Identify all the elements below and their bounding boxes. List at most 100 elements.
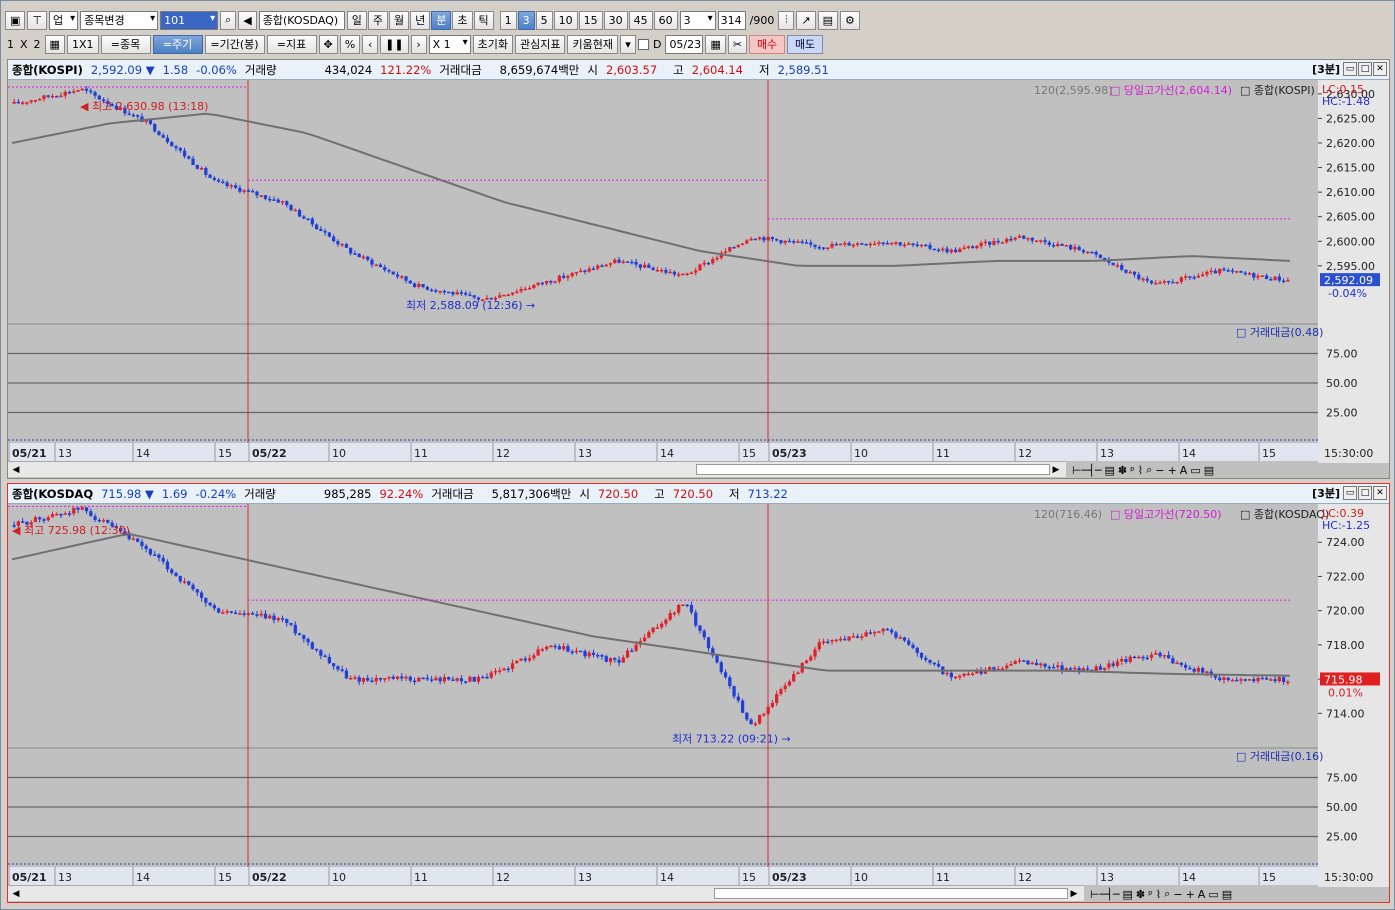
date-input[interactable]: 05/23 (665, 34, 704, 54)
copy-icon[interactable]: ▤ (1104, 464, 1114, 477)
interval-tab-0[interactable]: 1 (499, 10, 517, 30)
speaker-icon[interactable]: ◀ (238, 10, 257, 30)
plus-icon[interactable]: + (1168, 464, 1177, 477)
sell-button[interactable]: 매도 (787, 34, 824, 54)
gear-icon[interactable]: ✽ (1118, 464, 1127, 477)
interval-tab-6[interactable]: 45 (628, 10, 653, 30)
move-icon[interactable]: ✥ (318, 34, 338, 54)
kiwoom-current-button[interactable]: 키움현재 (567, 34, 618, 54)
layout-icon[interactable]: ▣ (5, 10, 26, 30)
interval-tab-3[interactable]: 10 (553, 10, 578, 30)
zoom-icon[interactable]: ⌕ (1146, 463, 1152, 477)
candle (1034, 240, 1039, 243)
percent-icon[interactable]: % (339, 34, 361, 54)
range-sync-button[interactable]: =기간(봉) (204, 34, 265, 54)
save-icon[interactable]: ▤ (817, 10, 838, 30)
scroll-right-icon[interactable]: ▶ (1068, 887, 1080, 900)
period-tab-2[interactable]: 월 (389, 10, 410, 30)
trend-icon[interactable]: ↗ (796, 10, 816, 30)
interval-tab-1[interactable]: 3 (517, 10, 535, 30)
market-select[interactable]: 업 (49, 10, 79, 30)
period-sync-button[interactable]: =주기 (152, 34, 203, 54)
next-icon[interactable]: › (410, 34, 427, 54)
text-icon[interactable]: A (1180, 464, 1188, 477)
candle (272, 199, 276, 201)
scroll-thumb[interactable] (714, 888, 1068, 899)
slider-icon[interactable]: ⊢─┤─ (1090, 888, 1119, 901)
period-tab-4[interactable]: 분 (431, 10, 452, 30)
slider-icon[interactable]: ⊢─┤─ (1072, 464, 1101, 477)
reset-button[interactable]: 초기화 (472, 34, 513, 54)
maximize-icon[interactable]: □ (1358, 486, 1372, 500)
prev-icon[interactable]: ‹ (362, 34, 379, 54)
interval-select[interactable]: 3 (679, 10, 716, 30)
pause-icon[interactable]: ❚❚ (380, 34, 409, 54)
indicator-icon[interactable]: ⫶ (778, 10, 795, 30)
horizontal-scrollbar[interactable]: ◀ ▶ (8, 885, 1084, 901)
period-tab-6[interactable]: 틱 (473, 10, 494, 30)
candle (170, 569, 174, 574)
line-tool-icon[interactable]: ᵖ (1148, 888, 1153, 901)
layout-1x1-button[interactable]: 1X1 (66, 34, 99, 54)
kospi-chart[interactable]: 75.0050.0025.00□ 거래대금(0.48)2,630.002,625… (8, 80, 1389, 478)
candle (451, 292, 455, 295)
scroll-thumb[interactable] (696, 464, 1050, 475)
draw-icon[interactable]: ⌇ (1156, 888, 1161, 901)
horizontal-scrollbar[interactable]: ◀ ▶ (8, 461, 1066, 477)
minus-icon[interactable]: − (1155, 464, 1164, 477)
count-field[interactable]: 314 (717, 10, 746, 30)
scroll-right-icon[interactable]: ▶ (1050, 463, 1062, 476)
watch-indicator-button[interactable]: 관심지표 (514, 34, 566, 54)
close-icon[interactable]: ✕ (1373, 62, 1387, 76)
code-input[interactable]: 101 (160, 10, 219, 30)
zoom-icon[interactable]: ⌕ (1164, 887, 1170, 901)
screen-icon[interactable]: ▭ (1190, 464, 1200, 477)
layout-2[interactable]: 2 (32, 38, 43, 51)
draw-icon[interactable]: ⌇ (1138, 464, 1143, 477)
interval-tab-5[interactable]: 30 (603, 10, 628, 30)
minimize-icon[interactable]: ▭ (1343, 62, 1357, 76)
screen-icon[interactable]: ▭ (1208, 888, 1218, 901)
calendar-icon[interactable]: ▦ (705, 34, 726, 54)
interval-tab-2[interactable]: 5 (535, 10, 553, 30)
buy-button[interactable]: 매수 (749, 34, 786, 54)
gear-icon[interactable]: ⚙ (839, 10, 860, 30)
date-checkbox[interactable] (637, 38, 649, 50)
pct-tag: 0.01% (1328, 686, 1363, 699)
minus-icon[interactable]: − (1173, 888, 1182, 901)
layout-1[interactable]: 1 (5, 38, 16, 51)
grid-icon[interactable]: ▦ (44, 34, 65, 54)
minimize-icon[interactable]: ▭ (1343, 486, 1357, 500)
scroll-left-icon[interactable]: ◀ (10, 887, 22, 900)
stock-change-select[interactable]: 종목변경 (80, 10, 159, 30)
interval-tab-4[interactable]: 15 (578, 10, 603, 30)
maximize-icon[interactable]: □ (1358, 62, 1372, 76)
layout-x[interactable]: X (18, 38, 30, 51)
period-tab-0[interactable]: 일 (346, 10, 367, 30)
menu-icon[interactable]: ▤ (1204, 464, 1214, 477)
plus-icon[interactable]: + (1186, 888, 1195, 901)
search-icon[interactable]: ⌕ (220, 10, 237, 30)
kosdaq-chart[interactable]: 75.00 50.00 25.00 □ 거래대금(0.16) 724.00 722.00 7… (8, 504, 1389, 902)
candle (1252, 273, 1256, 278)
line-tool-icon[interactable]: ᵖ (1130, 464, 1135, 477)
copy-icon[interactable]: ▤ (1122, 888, 1132, 901)
candle (38, 517, 42, 520)
period-tab-5[interactable]: 초 (452, 10, 473, 30)
close-icon[interactable]: ✕ (1373, 486, 1387, 500)
period-tab-1[interactable]: 주 (367, 10, 389, 30)
stock-sync-button[interactable]: =종목 (100, 34, 151, 54)
pin-icon[interactable]: ⊤ (27, 10, 47, 30)
zoom-select[interactable]: X 1 (428, 34, 471, 54)
scissors-icon[interactable]: ✂ (727, 34, 748, 54)
candle (395, 274, 400, 277)
text-icon[interactable]: A (1198, 888, 1206, 901)
dropdown-icon[interactable]: ▾ (619, 34, 636, 54)
menu-icon[interactable]: ▤ (1222, 888, 1232, 901)
period-tab-3[interactable]: 년 (410, 10, 431, 30)
scroll-left-icon[interactable]: ◀ (10, 463, 22, 476)
indicator-sync-button[interactable]: =지표 (266, 34, 317, 54)
candle (46, 517, 50, 521)
interval-tab-7[interactable]: 60 (653, 10, 678, 30)
gear-icon[interactable]: ✽ (1136, 888, 1145, 901)
